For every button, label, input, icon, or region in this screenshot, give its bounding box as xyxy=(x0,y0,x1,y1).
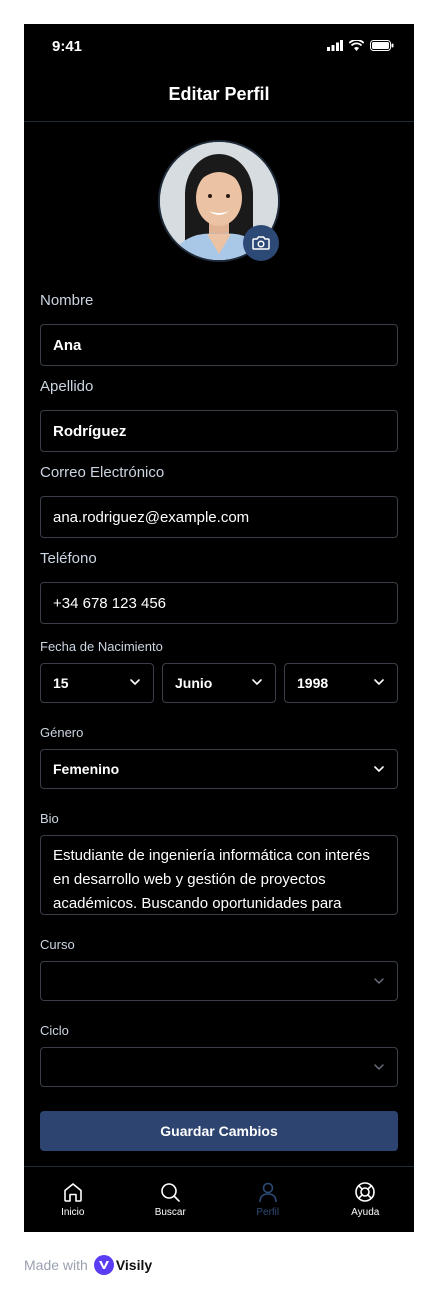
save-button[interactable]: Guardar Cambios xyxy=(40,1111,398,1151)
month-select[interactable]: Junio xyxy=(162,663,276,703)
bottom-nav: Inicio Buscar Perfil Ayuda xyxy=(24,1166,414,1232)
tab-label: Ayuda xyxy=(351,1207,380,1218)
home-icon xyxy=(63,1183,82,1202)
genero-label: Género xyxy=(40,725,84,740)
curso-label: Curso xyxy=(40,937,75,952)
page-title: Editar Perfil xyxy=(168,84,270,104)
tab-label: Buscar xyxy=(154,1207,186,1218)
user-icon xyxy=(258,1182,277,1203)
top-bar: Editar Perfil xyxy=(24,68,414,122)
nombre-label: Nombre xyxy=(40,292,94,309)
battery-icon xyxy=(370,40,394,51)
email-field[interactable]: ana.rodriguez@example.com xyxy=(40,496,398,538)
chevron-down-icon xyxy=(374,1064,384,1070)
apellido-field[interactable]: Rodríguez xyxy=(40,410,398,452)
nombre-field[interactable]: Ana xyxy=(40,324,398,366)
phone-screen: 9:41 Editar Perfil Nombre Ana Apellido R… xyxy=(24,24,414,1232)
chevron-down-icon xyxy=(374,766,384,772)
tab-buscar[interactable]: Buscar xyxy=(122,1167,220,1232)
telefono-label: Teléfono xyxy=(40,550,97,567)
apellido-label: Apellido xyxy=(40,378,94,395)
chevron-down-icon xyxy=(374,679,384,685)
lifebuoy-icon xyxy=(355,1182,376,1202)
chevron-down-icon xyxy=(252,679,262,685)
phone-field[interactable]: +34 678 123 456 xyxy=(40,582,398,624)
tab-label: Perfil xyxy=(256,1207,280,1218)
apellido-value: Rodríguez xyxy=(53,422,127,440)
tab-label: Inicio xyxy=(61,1207,85,1218)
status-time: 9:41 xyxy=(52,38,83,55)
tab-inicio[interactable]: Inicio xyxy=(24,1167,122,1232)
day-select[interactable]: 15 xyxy=(40,663,154,703)
gender-select[interactable]: Femenino xyxy=(40,749,398,789)
made-with-footer: Made with Visily xyxy=(24,1255,152,1275)
visily-brand-text: Visily xyxy=(115,1257,153,1273)
fecha-label: Fecha de Nacimiento xyxy=(40,639,163,654)
search-icon xyxy=(161,1183,181,1202)
visily-brand[interactable]: Visily xyxy=(93,1255,153,1275)
ciclo-label: Ciclo xyxy=(40,1023,69,1038)
visily-logo-icon xyxy=(93,1255,114,1275)
wifi-icon xyxy=(349,40,364,51)
chevron-down-icon xyxy=(374,978,384,984)
signal-icon xyxy=(327,40,343,51)
status-icons xyxy=(327,40,394,51)
bio-value: Estudiante de ingeniería informática con… xyxy=(53,847,370,912)
gender-value: Femenino xyxy=(53,761,120,777)
correo-label: Correo Electrónico xyxy=(40,464,165,481)
camera-icon xyxy=(252,236,270,250)
curso-select[interactable] xyxy=(40,961,398,1001)
bio-label: Bio xyxy=(40,811,59,826)
tab-perfil[interactable]: Perfil xyxy=(219,1167,317,1232)
day-value: 15 xyxy=(53,675,69,691)
bio-textarea[interactable]: Estudiante de ingeniería informática con… xyxy=(40,835,398,915)
change-photo-button[interactable] xyxy=(243,225,279,261)
nombre-value: Ana xyxy=(53,336,82,354)
phone-value: +34 678 123 456 xyxy=(53,594,167,612)
chevron-down-icon xyxy=(130,679,140,685)
month-value: Junio xyxy=(175,675,213,691)
ciclo-select[interactable] xyxy=(40,1047,398,1087)
email-value: ana.rodriguez@example.com xyxy=(53,508,250,526)
avatar-container xyxy=(158,140,280,262)
made-with-text: Made with xyxy=(24,1257,88,1273)
status-bar: 9:41 xyxy=(24,24,414,68)
tab-ayuda[interactable]: Ayuda xyxy=(317,1167,415,1232)
year-value: 1998 xyxy=(297,675,329,691)
year-select[interactable]: 1998 xyxy=(284,663,398,703)
